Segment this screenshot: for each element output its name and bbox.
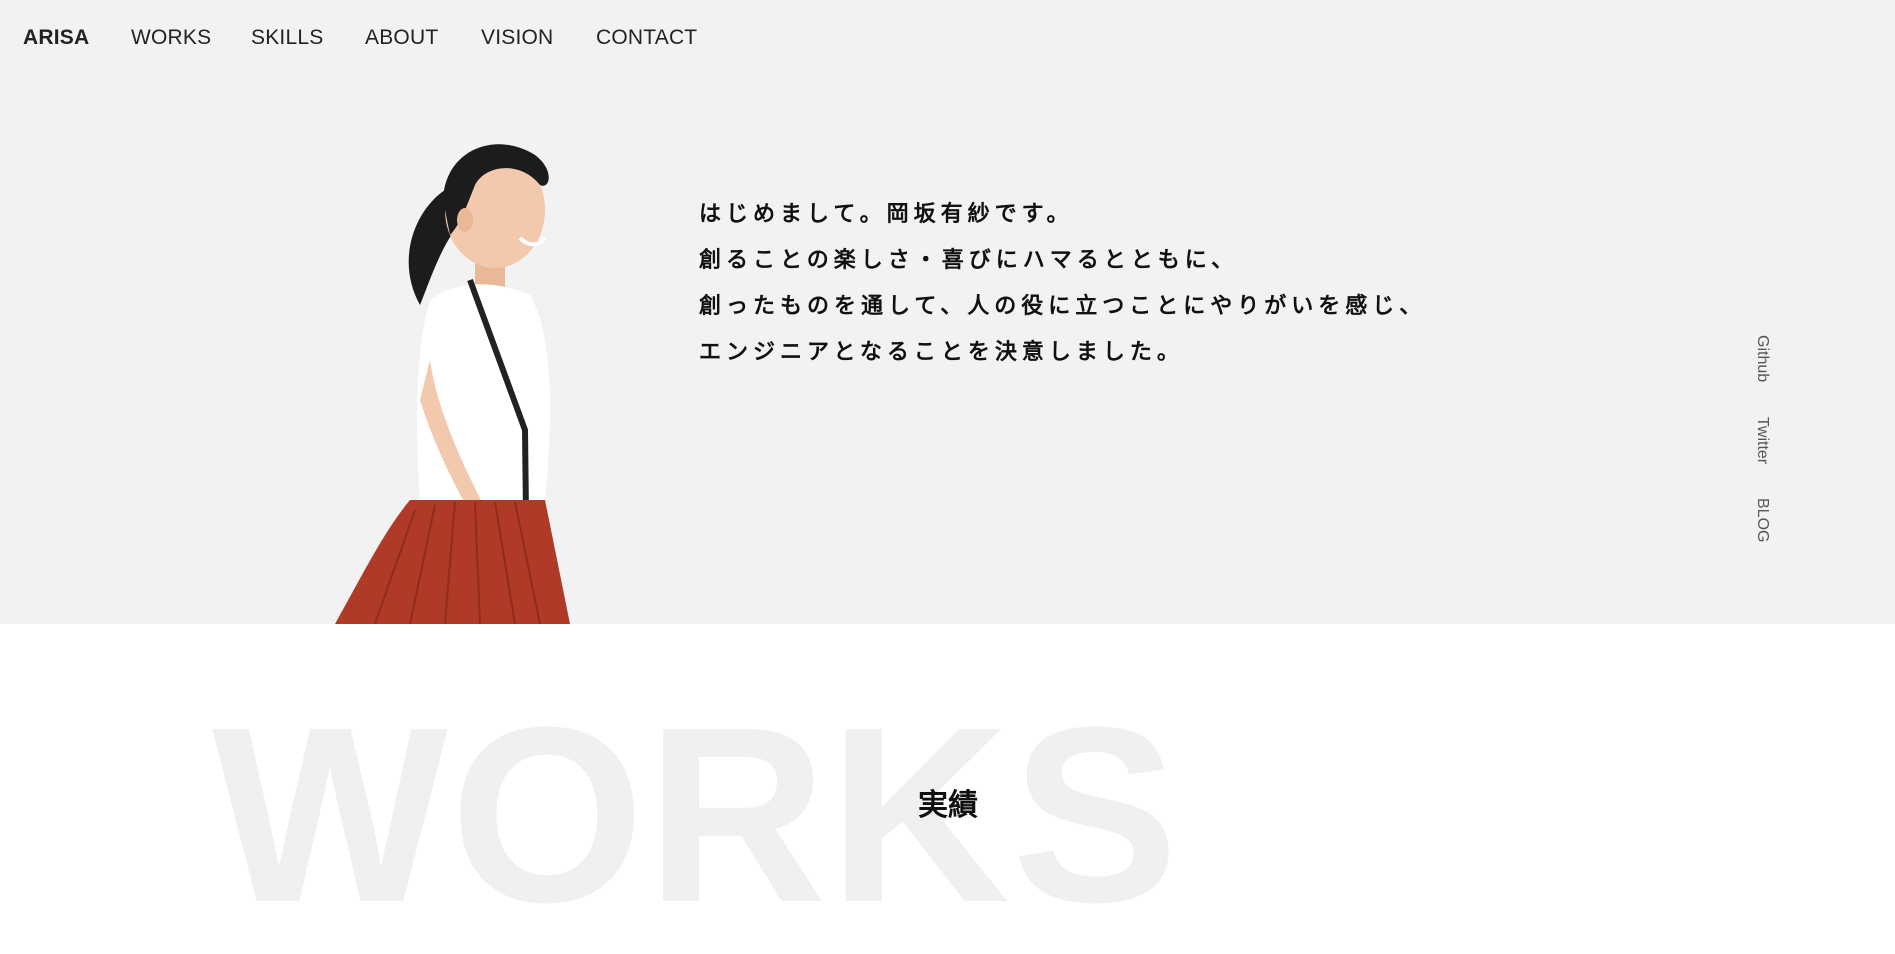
nav-vision[interactable]: VISION	[481, 26, 553, 50]
github-link[interactable]: Github	[1753, 335, 1771, 382]
hero-section: ARISA WORKS SKILLS ABOUT VISION CONTACT	[0, 0, 1895, 624]
works-background-text: WORKS	[212, 675, 1181, 954]
intro-line-2: 創ることの楽しさ・喜びにハマるとともに、	[699, 248, 1239, 273]
twitter-link[interactable]: Twitter	[1753, 417, 1771, 464]
intro-line-4: エンジニアとなることを決意しました。	[699, 340, 1184, 365]
nav-skills[interactable]: SKILLS	[251, 26, 323, 50]
nav-contact[interactable]: CONTACT	[596, 26, 697, 50]
intro-text: はじめまして。岡坂有紗です。 創ることの楽しさ・喜びにハマるとともに、 創ったも…	[699, 192, 1499, 376]
works-section-title: 実績	[918, 788, 978, 823]
nav-about[interactable]: ABOUT	[365, 26, 438, 50]
intro-line-3: 創ったものを通して、人の役に立つことにやりがいを感じ、	[699, 294, 1427, 319]
global-nav: ARISA WORKS SKILLS ABOUT VISION CONTACT	[0, 0, 1895, 80]
portrait-photo	[335, 144, 570, 624]
nav-works[interactable]: WORKS	[131, 26, 211, 50]
blog-link[interactable]: BLOG	[1753, 498, 1771, 542]
intro-line-1: はじめまして。岡坂有紗です。	[699, 202, 1074, 227]
brand-logo-link[interactable]: ARISA	[23, 26, 89, 50]
